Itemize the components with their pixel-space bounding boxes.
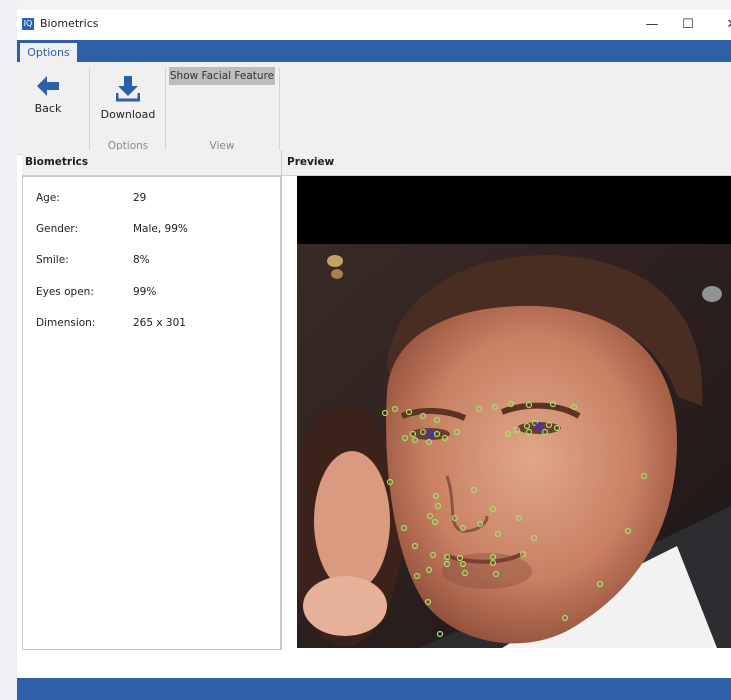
app-icon: IQ [22,18,34,30]
status-bar [17,678,731,700]
group-separator [89,68,90,152]
dimension-value: 265 x 301 [133,317,186,329]
show-facial-feature-button[interactable]: Show Facial Feature [169,67,275,85]
eyes-open-value: 99% [133,286,157,298]
age-value: 29 [133,192,147,204]
group-separator [279,68,280,152]
download-label: Download [100,108,156,121]
back-label: Back [34,102,62,115]
face-photo [297,176,731,648]
face-photo-image [297,176,731,648]
back-button[interactable]: Back [25,68,71,128]
minimize-button[interactable]: — [637,15,667,35]
preview-panel-header: Preview [283,150,731,176]
window-title: Biometrics [40,17,99,30]
maximize-button[interactable]: ☐ [673,15,703,35]
group-separator [165,68,166,152]
title-bar[interactable]: IQ Biometrics — ☐ ✕ [17,10,731,40]
gender-label: Gender: [36,223,79,235]
ribbon-tab-strip: Options [17,40,731,62]
back-arrow-icon [37,76,59,96]
eyes-open-label: Eyes open: [36,286,94,298]
age-label: Age: [36,192,60,204]
tab-options[interactable]: Options [20,43,77,62]
biometrics-panel: Age: 29 Gender: Male, 99% Smile: 8% Eyes… [22,176,281,650]
smile-label: Smile: [36,254,69,266]
close-button[interactable]: ✕ [717,15,731,35]
app-window: IQ Biometrics — ☐ ✕ Options Back Downloa… [17,10,731,700]
download-icon [116,76,140,102]
biometrics-panel-header: Biometrics [22,150,283,176]
smile-value: 8% [133,254,150,266]
biometrics-panel-title: Biometrics [25,156,89,168]
ribbon: Back Download Options Show Facial Featur… [17,62,731,155]
desktop-background [0,0,17,700]
dimension-label: Dimension: [36,317,96,329]
preview-panel [283,176,731,650]
gender-value: Male, 99% [133,223,188,235]
panel-splitter[interactable] [281,150,282,650]
download-button[interactable]: Download [99,68,157,128]
preview-panel-title: Preview [287,156,335,168]
